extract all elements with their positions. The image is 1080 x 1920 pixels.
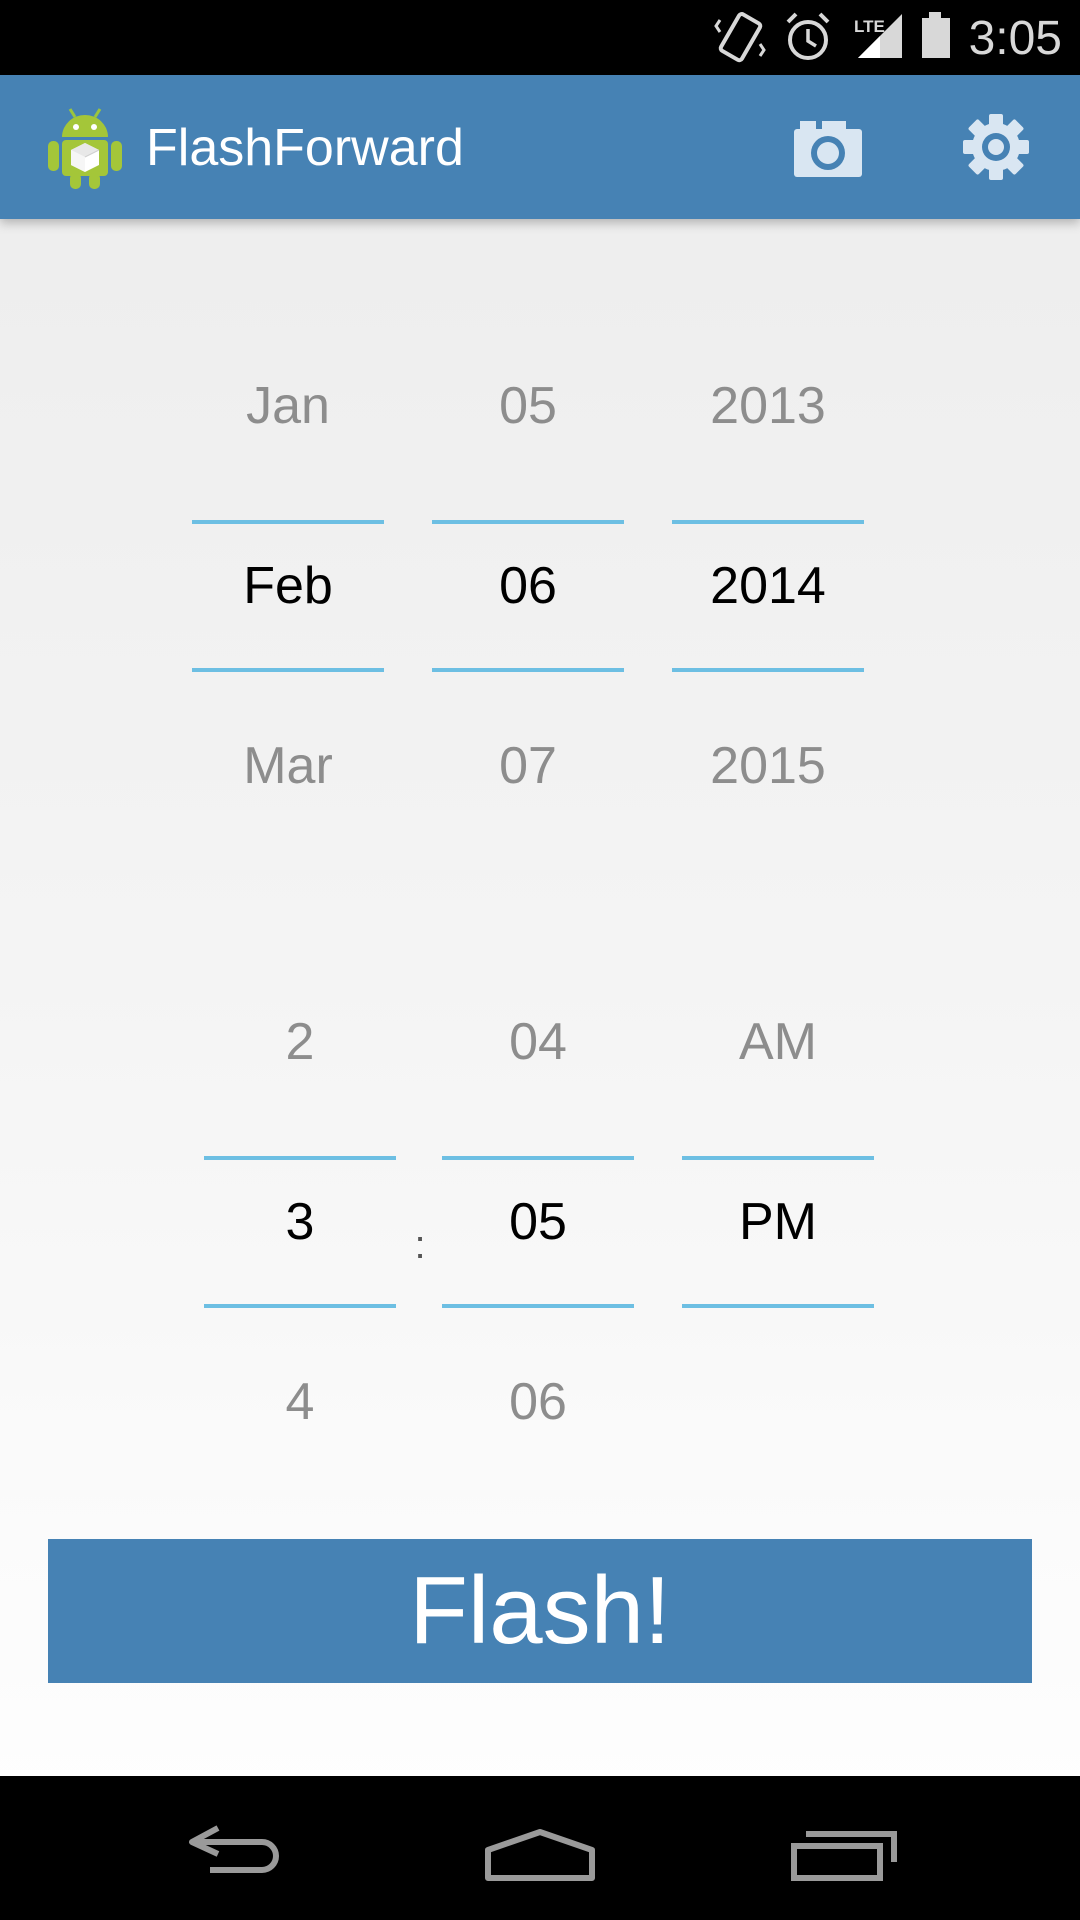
lte-signal-icon: LTE — [852, 0, 906, 75]
ampm-picker[interactable]: AM PM — [682, 982, 874, 1522]
settings-gear-icon — [963, 114, 1029, 180]
picker-divider — [672, 520, 864, 524]
year-prev[interactable]: 2013 — [672, 346, 864, 466]
minute-picker[interactable]: 04 05 06 — [442, 982, 634, 1522]
picker-divider — [204, 1156, 396, 1160]
battery-icon — [916, 0, 956, 75]
camera-icon — [794, 121, 862, 177]
picker-divider — [192, 668, 384, 672]
month-current[interactable]: Feb — [192, 526, 384, 646]
minute-next[interactable]: 06 — [442, 1342, 634, 1462]
picker-divider — [672, 668, 864, 672]
recents-icon — [791, 1831, 897, 1881]
screen: LTE 3:05 FlashForward Jan Feb Mar 05 06 … — [0, 0, 1080, 1920]
home-icon — [485, 1829, 595, 1881]
picker-divider — [432, 668, 624, 672]
year-picker[interactable]: 2013 2014 2015 — [672, 346, 864, 886]
ampm-current[interactable]: PM — [682, 1162, 874, 1282]
vibrate-icon — [712, 0, 768, 75]
minute-current[interactable]: 05 — [442, 1162, 634, 1282]
day-next[interactable]: 07 — [432, 706, 624, 826]
picker-divider — [442, 1156, 634, 1160]
ampm-prev[interactable]: AM — [682, 982, 874, 1102]
month-prev[interactable]: Jan — [192, 346, 384, 466]
hour-next[interactable]: 4 — [204, 1342, 396, 1462]
picker-divider — [192, 520, 384, 524]
picker-divider — [682, 1156, 874, 1160]
day-prev[interactable]: 05 — [432, 346, 624, 466]
year-next[interactable]: 2015 — [672, 706, 864, 826]
action-bar: FlashForward — [0, 75, 1080, 219]
android-app-icon[interactable] — [44, 103, 126, 191]
camera-button[interactable] — [778, 97, 878, 197]
year-current[interactable]: 2014 — [672, 526, 864, 646]
minute-prev[interactable]: 04 — [442, 982, 634, 1102]
month-next[interactable]: Mar — [192, 706, 384, 826]
time-separator: : — [414, 1223, 426, 1267]
picker-divider — [442, 1304, 634, 1308]
ampm-next[interactable] — [682, 1342, 874, 1462]
settings-button[interactable] — [946, 97, 1046, 197]
picker-divider — [682, 1304, 874, 1308]
back-icon — [189, 1825, 279, 1873]
status-bar: LTE 3:05 — [0, 0, 1080, 75]
day-current[interactable]: 06 — [432, 526, 624, 646]
svg-text:LTE: LTE — [854, 17, 885, 36]
navigation-bar — [0, 1776, 1080, 1920]
picker-divider — [204, 1304, 396, 1308]
hour-prev[interactable]: 2 — [204, 982, 396, 1102]
hour-current[interactable]: 3 — [204, 1162, 396, 1282]
back-button[interactable] — [170, 1798, 310, 1898]
flash-button[interactable]: Flash! — [48, 1539, 1032, 1683]
picker-divider — [432, 520, 624, 524]
hour-picker[interactable]: 2 3 4 — [204, 982, 396, 1522]
alarm-icon — [782, 0, 834, 75]
app-title: FlashForward — [146, 119, 464, 177]
month-picker[interactable]: Jan Feb Mar — [192, 346, 384, 886]
home-button[interactable] — [470, 1798, 610, 1898]
recents-button[interactable] — [774, 1798, 914, 1898]
day-picker[interactable]: 05 06 07 — [432, 346, 624, 886]
status-time: 3:05 — [968, 12, 1062, 65]
